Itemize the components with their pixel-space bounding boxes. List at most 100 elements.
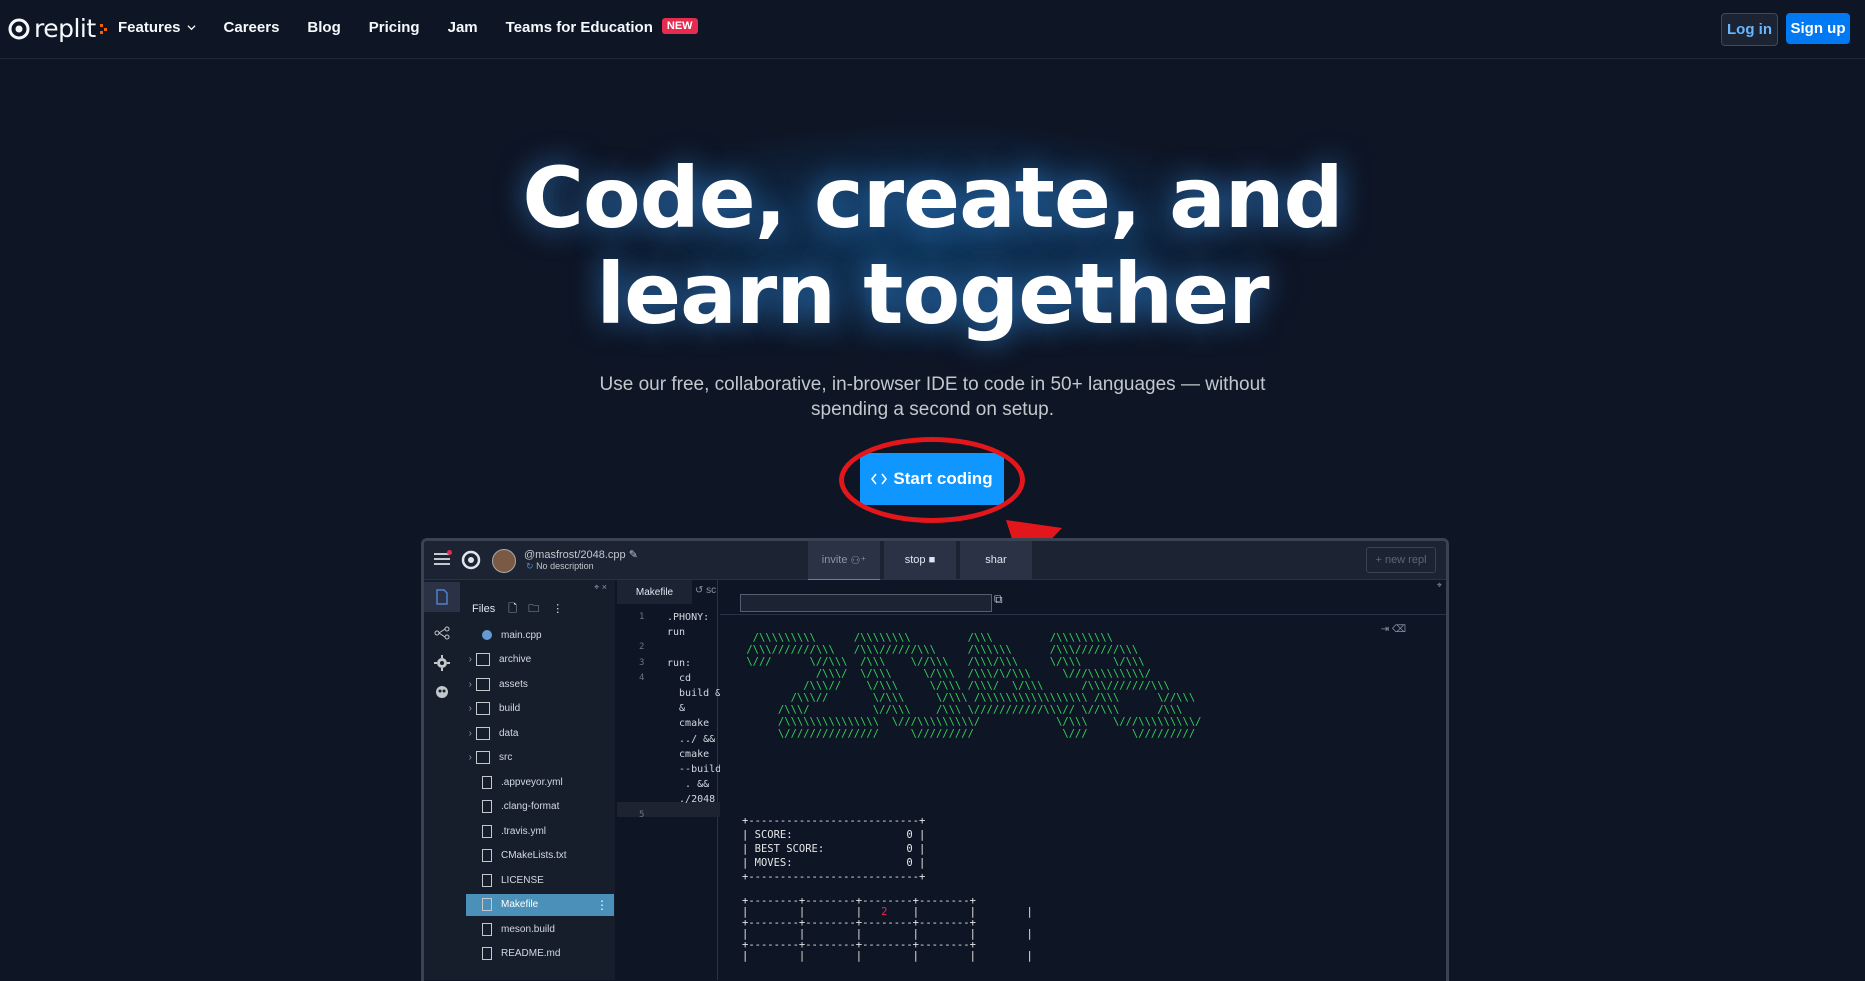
- file-name: build: [499, 703, 521, 714]
- file-name: src: [499, 752, 513, 763]
- settings-gear-icon[interactable]: [434, 655, 450, 671]
- ide-preview: @masfrost/2048.cpp ✎ ↻ No description in…: [421, 538, 1449, 981]
- code-line: run:: [667, 657, 692, 669]
- nav-link-jam[interactable]: Jam: [448, 19, 478, 36]
- hero-title-line-2: learn together: [596, 245, 1269, 343]
- hero-title: Code, create, and learn together: [0, 150, 1865, 342]
- code-line: . &&: [667, 779, 710, 791]
- file-tree-item[interactable]: CMakeLists.txt: [460, 845, 610, 867]
- file-icon: [482, 898, 492, 911]
- file-tree-item[interactable]: main.cpp: [460, 624, 610, 646]
- code-line: ../ &&: [667, 733, 716, 745]
- file-tree-item[interactable]: meson.build: [460, 918, 610, 940]
- file-tree-item[interactable]: › build: [460, 698, 610, 720]
- file-tree-item[interactable]: LICENSE: [460, 869, 610, 891]
- nav-link-careers[interactable]: Careers: [224, 19, 280, 36]
- line-number: 4: [639, 672, 645, 683]
- line-number: 1: [639, 612, 645, 622]
- file-tree-item[interactable]: › assets: [460, 673, 610, 695]
- panel-controls[interactable]: ⌖ ×: [594, 582, 607, 593]
- code-line: cmake: [667, 748, 710, 760]
- file-tree-item[interactable]: README.md: [460, 943, 610, 965]
- share-button[interactable]: shar: [960, 541, 1032, 579]
- code-editor[interactable]: Makefile ↺ sc 1 .PHONY: run 2 3 run: 4 cd buil…: [617, 580, 731, 980]
- nav-link-blog[interactable]: Blog: [307, 19, 340, 36]
- chevron-down-icon: [186, 25, 196, 31]
- repl-name[interactable]: @masfrost/2048.cpp ✎: [524, 548, 638, 561]
- files-icon[interactable]: [434, 589, 450, 605]
- file-name: .clang-format: [501, 801, 560, 812]
- sync-icon: ↻: [526, 561, 534, 571]
- new-badge: NEW: [661, 17, 698, 34]
- logo-text: replit: [34, 14, 96, 43]
- file-tree-item[interactable]: .appveyor.yml: [460, 771, 610, 793]
- debugger-icon[interactable]: [434, 685, 450, 701]
- file-options-icon[interactable]: ⋮: [596, 898, 608, 912]
- file-tree-item[interactable]: .travis.yml: [460, 820, 610, 842]
- open-external-icon[interactable]: ⧉: [994, 592, 1003, 607]
- pencil-icon[interactable]: ✎: [629, 549, 638, 561]
- code-line: .PHONY:: [667, 612, 710, 623]
- file-name: main.cpp: [501, 629, 542, 641]
- code-line: cd: [667, 672, 692, 684]
- line-number: 2: [639, 642, 645, 653]
- files-title: Files: [472, 603, 496, 615]
- version-control-icon[interactable]: [434, 625, 450, 641]
- score-board: +---------------------------+ | SCORE: 0…: [742, 815, 926, 883]
- folder-icon: [476, 751, 490, 764]
- file-name: .appveyor.yml: [501, 776, 563, 788]
- folder-icon: [476, 726, 490, 740]
- nav-link-pricing[interactable]: Pricing: [369, 19, 420, 36]
- repl-description: ↻ No description: [526, 561, 594, 571]
- file-tree-item[interactable]: › src: [460, 747, 610, 769]
- nav-link-teams-for-education[interactable]: Teams for Education NEW: [506, 17, 698, 36]
- invite-button[interactable]: invite ⚇⁺: [808, 541, 880, 581]
- console-clear-icon[interactable]: ⇥ ⌫: [1381, 624, 1406, 635]
- file-icon: [482, 947, 492, 960]
- stop-button[interactable]: stop ■: [884, 541, 956, 579]
- file-icon: [482, 800, 492, 813]
- editor-tab-secondary[interactable]: ↺ sc: [695, 585, 716, 596]
- add-user-icon: ⚇⁺: [850, 554, 867, 567]
- file-tree-item[interactable]: › archive: [460, 649, 610, 671]
- code-line: ./2048: [667, 794, 716, 806]
- file-tree-item[interactable]: Makefile ⋮: [466, 893, 614, 916]
- file-name: README.md: [501, 948, 561, 959]
- game-board: +--------+--------+--------+--------+ | …: [742, 895, 1033, 962]
- file-name: archive: [499, 654, 532, 665]
- more-options-icon[interactable]: ⋮: [552, 603, 563, 615]
- file-icon: [482, 873, 492, 887]
- login-button[interactable]: Log in: [1721, 13, 1778, 46]
- line-number: 3: [639, 657, 645, 668]
- hero-title-line-1: Code, create, and: [522, 149, 1343, 247]
- nav-link-features[interactable]: Features: [118, 19, 196, 36]
- code-line: &: [667, 703, 686, 715]
- line-number: 5: [639, 809, 645, 820]
- ide-sidebar: [424, 580, 460, 980]
- file-name: meson.build: [501, 923, 555, 935]
- file-icon: [482, 775, 492, 789]
- file-name: LICENSE: [501, 874, 544, 886]
- user-avatar[interactable]: [492, 549, 516, 573]
- code-line: --build: [667, 764, 722, 775]
- add-file-icon[interactable]: 🗋: [508, 603, 517, 615]
- signup-button[interactable]: Sign up: [1786, 13, 1850, 44]
- chevron-right-icon: ›: [468, 727, 472, 739]
- new-repl-button[interactable]: + new repl: [1366, 547, 1436, 573]
- editor-tab-makefile[interactable]: Makefile: [617, 580, 692, 604]
- folder-icon: [476, 677, 490, 691]
- replit-logo[interactable]: replit: [8, 14, 108, 43]
- chevron-right-icon: ›: [468, 752, 472, 763]
- file-name: CMakeLists.txt: [501, 850, 567, 861]
- file-tree-item[interactable]: .clang-format: [460, 796, 610, 818]
- replit-spiral-icon[interactable]: [460, 549, 482, 571]
- file-tree-item[interactable]: › data: [460, 722, 610, 744]
- chevron-right-icon: ›: [468, 703, 472, 714]
- chevron-right-icon: ›: [468, 678, 472, 690]
- add-folder-icon[interactable]: 🗀: [528, 603, 539, 615]
- file-icon: [482, 824, 492, 838]
- url-bar[interactable]: [740, 594, 992, 612]
- code-line: cmake: [667, 718, 710, 730]
- logo-dots-icon: [99, 23, 107, 34]
- console-panel: ⌖ ⧉ ⇥ ⌫ /\\\\\\\\\ /\\\\\\\\ /\\\ /\\\\\…: [720, 580, 1446, 980]
